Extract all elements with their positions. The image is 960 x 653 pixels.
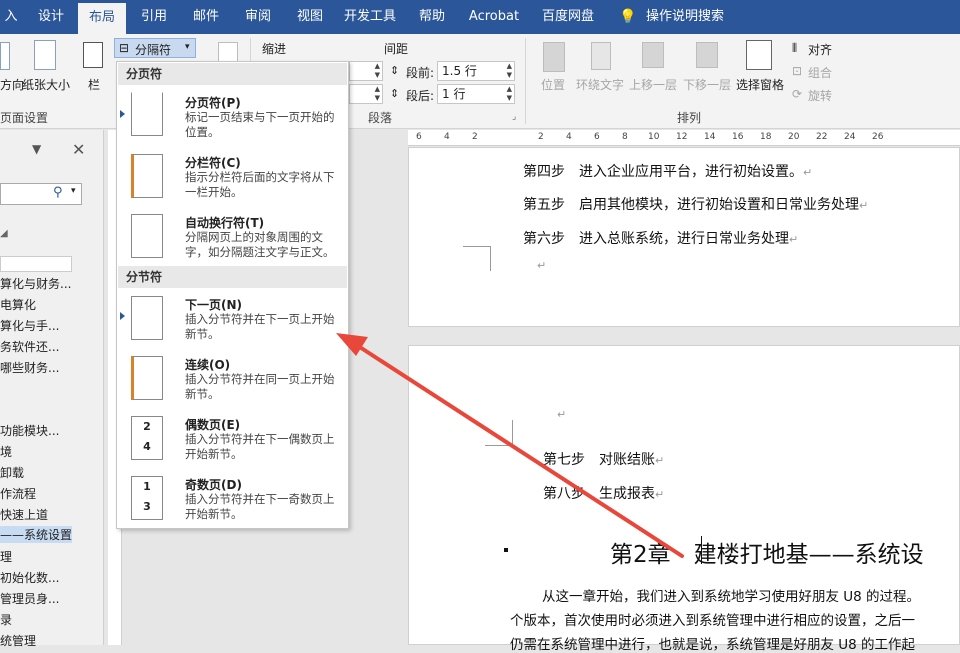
arrow-shaft [350, 340, 684, 558]
annotation-arrow [336, 333, 684, 558]
arrow-head [336, 333, 368, 356]
